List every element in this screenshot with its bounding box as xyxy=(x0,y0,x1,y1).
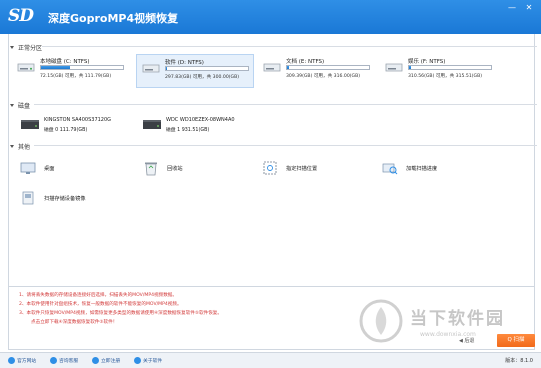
usage-bar xyxy=(286,65,370,70)
disk-name: KINGSTON SA400S37120G xyxy=(44,117,112,123)
drive-name: 文档 (E: NTFS) xyxy=(286,59,325,65)
drive-name: 本地磁盘 (C: NTFS) xyxy=(40,59,90,65)
device-image-icon xyxy=(22,191,34,205)
note-line: 1、请将丢失数据的存储设备连接好后选择，扫描丢失的MOV/MP4视频数据。 xyxy=(19,293,177,298)
disk-0[interactable]: KINGSTON SA400S37120G 磁盘 0 111.79(GB) xyxy=(18,114,148,136)
drive-icon xyxy=(142,64,160,73)
app-title: 深度GoproMP4视频恢复 xyxy=(48,12,179,25)
chat-icon xyxy=(50,357,57,364)
load-progress-icon xyxy=(382,163,398,175)
disk-name: WDC WD10EZEX-08WN4A0 xyxy=(166,117,235,123)
hard-disk-icon xyxy=(21,120,39,129)
drive-icon xyxy=(263,63,281,72)
minimize-button[interactable]: — xyxy=(505,3,519,13)
other-load-progress[interactable]: 加载扫描进度 xyxy=(382,160,492,178)
other-label: 回收站 xyxy=(167,166,183,172)
drive-d[interactable]: 软件 (D: NTFS) 297.83(GB) 可用，共 300.00(GB) xyxy=(136,54,254,88)
disk-capacity: 磁盘 1 931.51(GB) xyxy=(166,128,210,133)
hard-disk-icon xyxy=(143,120,161,129)
other-scan-location[interactable]: 指定扫描位置 xyxy=(262,160,372,178)
drive-icon xyxy=(17,63,35,72)
desktop-icon xyxy=(20,162,36,174)
collapse-arrow-icon[interactable] xyxy=(10,46,14,49)
section-disks: 磁盘 xyxy=(10,101,537,110)
watermark: 当下软件园 www.downxia.com xyxy=(350,296,520,350)
watermark-text: 当下软件园 xyxy=(410,309,505,329)
section-title: 其他 xyxy=(18,144,31,151)
disk-capacity: 磁盘 0 111.79(GB) xyxy=(44,128,88,133)
usage-bar xyxy=(408,65,492,70)
download-link[interactable]: 点击立即下载④深度数据恢复软件⑤软件！ xyxy=(31,319,117,325)
disk-1[interactable]: WDC WD10EZEX-08WN4A0 磁盘 1 931.51(GB) xyxy=(140,114,270,136)
drive-c[interactable]: 本地磁盘 (C: NTFS) 72.15(GB) 可用，共 111.79(GB) xyxy=(12,54,130,88)
watermark-logo-icon xyxy=(359,299,403,343)
note-line: 3、本软件只恢复MOV/MP4视频，如需恢复更多类型的数据请使用④深度数据恢复软… xyxy=(19,311,222,316)
info-icon xyxy=(134,357,141,364)
status-link-label: 立即注册 xyxy=(101,359,121,364)
register-icon xyxy=(92,357,99,364)
other-device-image[interactable]: 扫描存储设备镜像 xyxy=(20,190,140,208)
recycle-bin-icon xyxy=(145,162,157,176)
close-button[interactable]: ✕ xyxy=(522,3,536,13)
status-link-label: 咨询客服 xyxy=(59,359,79,364)
usage-bar xyxy=(165,66,249,71)
prev-button[interactable]: ◀ 后退 xyxy=(459,337,474,344)
other-label: 加载扫描进度 xyxy=(406,166,438,172)
drive-name: 软件 (D: NTFS) xyxy=(165,60,204,66)
note-line: 2、本软件使用针对盘组技术，恢复一般数据的软件不能恢复的MOV/MP4视频。 xyxy=(19,302,182,307)
other-label: 桌面 xyxy=(44,166,55,172)
app-logo: SD xyxy=(8,6,34,26)
register-link[interactable]: 立即注册 xyxy=(92,357,120,364)
other-recycle-bin[interactable]: 回收站 xyxy=(143,160,253,178)
scan-button[interactable]: Q 扫描 xyxy=(497,334,535,347)
drive-icon xyxy=(385,63,403,72)
status-link-label: 关于软件 xyxy=(143,359,163,364)
official-site-link[interactable]: 官方网站 xyxy=(8,357,36,364)
drive-f[interactable]: 娱乐 (F: NTFS) 310.56(GB) 可用，共 315.51(GB) xyxy=(380,54,498,88)
drive-capacity: 310.56(GB) 可用，共 315.51(GB) xyxy=(408,74,483,79)
support-link[interactable]: 咨询客服 xyxy=(50,357,78,364)
drive-capacity: 72.15(GB) 可用，共 111.79(GB) xyxy=(40,74,112,79)
section-title: 正常分区 xyxy=(18,45,43,52)
usage-bar xyxy=(40,65,124,70)
section-partitions: 正常分区 xyxy=(10,43,537,52)
title-bar: SD 深度GoproMP4视频恢复 — ✕ xyxy=(0,0,541,34)
other-label: 指定扫描位置 xyxy=(286,166,318,172)
status-bar: 官方网站 咨询客服 立即注册 关于软件 版本：8.1.0 xyxy=(0,352,541,368)
version-label: 版本：8.1.0 xyxy=(505,358,533,364)
drive-e[interactable]: 文档 (E: NTFS) 309.39(GB) 可用，共 316.00(GB) xyxy=(258,54,376,88)
section-title: 磁盘 xyxy=(18,103,31,110)
collapse-arrow-icon[interactable] xyxy=(10,104,14,107)
drive-name: 娱乐 (F: NTFS) xyxy=(408,59,446,65)
globe-icon xyxy=(8,357,15,364)
other-label: 扫描存储设备镜像 xyxy=(44,196,86,202)
collapse-arrow-icon[interactable] xyxy=(10,145,14,148)
scan-location-icon xyxy=(263,161,277,175)
section-others: 其他 xyxy=(10,142,537,151)
about-link[interactable]: 关于软件 xyxy=(134,357,162,364)
drive-capacity: 309.39(GB) 可用，共 316.00(GB) xyxy=(286,74,361,79)
drive-capacity: 297.83(GB) 可用，共 300.00(GB) xyxy=(165,75,240,80)
other-desktop[interactable]: 桌面 xyxy=(20,160,130,178)
status-link-label: 官方网站 xyxy=(17,359,37,364)
